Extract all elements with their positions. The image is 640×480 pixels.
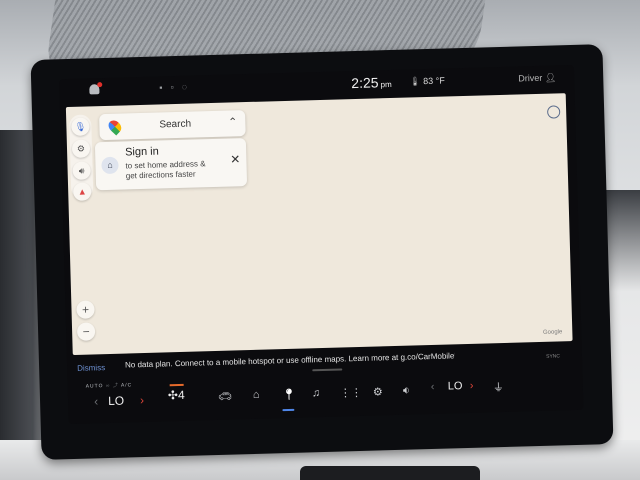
map-view[interactable]: 🎙︎ ⚙ 🔊︎ ▲ Search ⌃ ⌂ Sign in to set home… bbox=[65, 93, 573, 355]
clock-time: 2:25 bbox=[351, 74, 379, 92]
clock: 2:25 pm bbox=[351, 74, 392, 91]
thermometer-icon: 🌡︎ bbox=[409, 76, 421, 87]
signin-title: Sign in bbox=[124, 145, 159, 159]
temperature-value: 83 °F bbox=[423, 75, 445, 87]
chevron-up-icon[interactable]: ⌃ bbox=[228, 115, 238, 128]
fan-icon: ✣ bbox=[167, 388, 179, 403]
message-icon: ▪ bbox=[159, 82, 163, 93]
temp-down-right-icon[interactable]: ‹ bbox=[431, 381, 435, 393]
person-icon: 👤︎ bbox=[544, 72, 557, 83]
left-temperature: LO bbox=[107, 393, 125, 409]
notification-bell-icon[interactable] bbox=[89, 84, 100, 95]
google-maps-logo-icon bbox=[106, 117, 124, 136]
status-icons: ▪ ▫ ◌ bbox=[159, 82, 187, 93]
lower-air-vent bbox=[300, 466, 480, 480]
map-attribution: Google bbox=[542, 329, 563, 336]
sync-label[interactable]: SYNC bbox=[546, 353, 560, 359]
zoom-in-button[interactable]: + bbox=[76, 300, 95, 319]
notice-text: No data plan. Connect to a mobile hotspo… bbox=[124, 351, 456, 370]
right-temperature: LO bbox=[447, 380, 463, 393]
clock-ampm: pm bbox=[380, 79, 392, 90]
volume-dock-icon[interactable]: 🔉︎ bbox=[403, 385, 410, 398]
account-icon[interactable] bbox=[547, 105, 561, 119]
search-label: Search bbox=[159, 118, 192, 131]
home-icon: ⌂ bbox=[101, 156, 119, 175]
settings-icon[interactable]: ⚙ bbox=[373, 385, 383, 398]
driver-profile[interactable]: Driver 👤︎ bbox=[518, 72, 556, 84]
car-icon[interactable]: 🚗︎ bbox=[218, 390, 232, 403]
temp-down-left-icon[interactable]: ‹ bbox=[94, 394, 98, 408]
search-bar[interactable]: Search ⌃ bbox=[99, 110, 246, 141]
climate-mini-labels: AUTO ∞ ⤴ A/C bbox=[85, 382, 133, 390]
seat-heat-icon[interactable]: ⏚ bbox=[493, 379, 504, 395]
infotainment-screen: ▪ ▫ ◌ 2:25 pm 🌡︎ 83 °F Driver 👤︎ 🎙︎ ⚙ 🔊︎ … bbox=[59, 64, 584, 425]
profile-label: Driver bbox=[518, 72, 543, 84]
active-app-indicator bbox=[282, 408, 295, 412]
close-icon[interactable]: ✕ bbox=[230, 152, 240, 166]
signin-card[interactable]: ⌂ Sign in to set home address & get dire… bbox=[94, 138, 248, 191]
temp-up-left-icon[interactable]: › bbox=[140, 393, 144, 407]
signin-description: to set home address & get directions fas… bbox=[125, 159, 206, 181]
fan-speed[interactable]: ✣4 bbox=[168, 388, 185, 402]
ac-label[interactable]: A/C bbox=[121, 382, 133, 388]
app-grid-icon[interactable]: ⋮⋮ bbox=[340, 386, 362, 400]
music-icon[interactable]: ♫ bbox=[312, 387, 321, 399]
temp-up-right-icon[interactable]: › bbox=[470, 380, 474, 392]
fan-level: 4 bbox=[177, 387, 185, 403]
dismiss-button[interactable]: Dismiss bbox=[77, 363, 105, 373]
infotainment-bezel: ▪ ▫ ◌ 2:25 pm 🌡︎ 83 °F Driver 👤︎ 🎙︎ ⚙ 🔊︎ … bbox=[30, 44, 614, 460]
phone-status-icon: ▫ bbox=[170, 82, 174, 93]
zoom-out-button[interactable]: − bbox=[76, 322, 96, 341]
check-circle-icon: ◌ bbox=[181, 81, 188, 92]
home-nav-icon[interactable]: ⌂ bbox=[253, 389, 260, 401]
auto-label[interactable]: AUTO bbox=[86, 383, 104, 389]
maps-nav-icon[interactable]: 📍︎ bbox=[282, 388, 296, 401]
outside-temperature: 🌡︎ 83 °F bbox=[409, 76, 445, 88]
compass-icon[interactable]: ▲ bbox=[72, 182, 92, 201]
